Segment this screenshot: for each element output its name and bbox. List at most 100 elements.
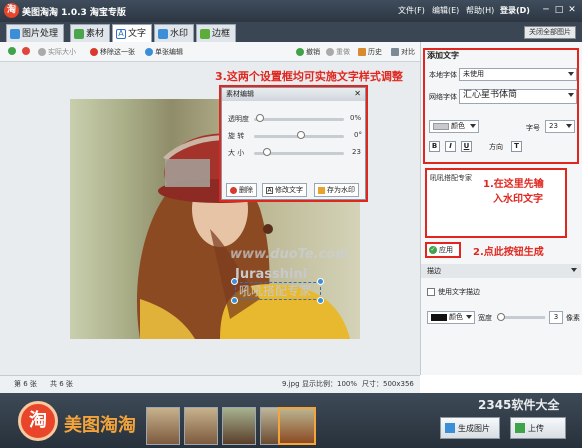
brand-name: 美图淘淘: [64, 415, 136, 436]
save-watermark-label: 存为水印: [327, 186, 355, 194]
size-slider-knob[interactable]: [262, 148, 271, 156]
upload-label: 上传: [528, 423, 544, 433]
size-value: 23: [352, 148, 361, 156]
opacity-slider-knob[interactable]: [255, 114, 264, 122]
opacity-value: 0%: [350, 114, 362, 122]
border-icon: [200, 28, 210, 39]
edit-icon: [145, 48, 153, 56]
undo-label: 撤销: [306, 48, 320, 56]
menu-login[interactable]: 登录(D): [500, 5, 530, 16]
thumbnail-selected[interactable]: [278, 407, 316, 445]
step1-annotation-line2: 入水印文字: [493, 194, 543, 205]
width-input[interactable]: 3: [549, 311, 563, 324]
tab-label: 边框: [212, 28, 231, 39]
tab-material[interactable]: 素材: [70, 24, 111, 42]
width-slider-knob[interactable]: [497, 313, 505, 321]
upload-button[interactable]: 上传: [510, 417, 566, 439]
direction-label: 方向: [489, 143, 503, 151]
remove-one-button[interactable]: 移除这一张: [90, 47, 135, 57]
undo-icon: [296, 48, 304, 56]
add-text-heading: 添加文字: [427, 51, 459, 60]
tab-label: 文字: [128, 28, 147, 39]
pixel-unit-label: 像素: [566, 314, 580, 322]
brand-logo-icon: 淘: [18, 401, 58, 441]
rotate-slider-knob[interactable]: [297, 131, 305, 139]
zoom-in-icon[interactable]: [8, 47, 16, 55]
main-tab-bar: 图片处理 素材 A 文字 水印 边框 关闭全部图片: [0, 22, 582, 42]
menu-edit[interactable]: 编辑(E): [432, 5, 459, 16]
site-watermark-logo: 2345软件大全: [478, 398, 560, 412]
history-label: 历史: [368, 48, 382, 56]
generate-icon: [445, 423, 455, 433]
step1-annotation-line1: 1.在这里先输: [483, 179, 544, 190]
generate-image-button[interactable]: 生成图片: [440, 417, 500, 439]
close-all-images-button[interactable]: 关闭全部图片: [524, 26, 576, 39]
chevron-down-icon: [568, 72, 574, 76]
tab-label: 水印: [170, 28, 189, 39]
use-stroke-label: 使用文字描边: [438, 288, 480, 296]
file-name: 9.jpg: [282, 380, 300, 388]
text-color-label: 颜色: [451, 122, 465, 130]
remove-one-label: 移除这一张: [100, 48, 135, 56]
stroke-color-select[interactable]: 颜色: [427, 311, 475, 324]
menu-help[interactable]: 帮助(H): [466, 5, 494, 16]
single-edit-button[interactable]: 单张编辑: [145, 47, 183, 57]
save-watermark-button[interactable]: 存为水印: [314, 183, 359, 197]
check-icon: ✓: [429, 246, 437, 254]
tab-image-processing[interactable]: 图片处理: [6, 24, 65, 42]
apply-label: 应用: [439, 246, 453, 254]
font-size-select[interactable]: 23: [545, 120, 575, 133]
font-size-value: 23: [549, 122, 558, 130]
app-title: 美图淘淘 1.0.3 淘宝专版: [22, 8, 126, 18]
underline-button[interactable]: U: [461, 141, 472, 152]
tab-watermark[interactable]: 水印: [154, 24, 195, 42]
text-color-select[interactable]: 颜色: [429, 120, 479, 133]
tab-text[interactable]: A 文字: [112, 24, 153, 42]
watermark-text-box[interactable]: 吼吼搭配专家: [235, 282, 321, 300]
stroke-heading: 描边: [427, 267, 441, 275]
status-bar: 第 6 张 共 6 张 9.jpg 显示比例：100% 尺寸：500x356: [0, 375, 420, 393]
chevron-down-icon: [470, 124, 476, 128]
total-pages: 共 6 张: [50, 380, 73, 388]
actual-size-button[interactable]: 实际大小: [38, 47, 76, 57]
watermark-line-1: Jurasshini: [235, 267, 308, 282]
app-logo: 淘: [4, 3, 19, 18]
resize-handle[interactable]: [231, 297, 238, 304]
bold-button[interactable]: B: [429, 141, 440, 152]
use-stroke-checkbox[interactable]: [427, 288, 435, 296]
resize-handle[interactable]: [317, 278, 324, 285]
dialog-close-icon[interactable]: ✕: [354, 89, 361, 98]
thumbnail[interactable]: [184, 407, 218, 445]
display-ratio: 显示比例：100%: [302, 380, 358, 388]
local-font-label: 本地字体: [429, 71, 457, 79]
compare-button[interactable]: 对比: [391, 47, 415, 57]
modify-text-button[interactable]: A 修改文字: [262, 183, 307, 197]
current-page: 第 6 张: [14, 380, 37, 388]
resize-handle[interactable]: [231, 278, 238, 285]
zoom-out-icon[interactable]: [22, 47, 30, 55]
thumbnail[interactable]: [222, 407, 256, 445]
maximize-icon[interactable]: □: [553, 4, 565, 16]
thumbnail[interactable]: [146, 407, 180, 445]
material-edit-dialog: 素材编辑 ✕ 透明度 0% 旋 转 0° 大 小 23 删除 A 修改文字 存为水…: [221, 87, 366, 200]
collapse-icon[interactable]: [571, 268, 577, 272]
undo-button[interactable]: 撤销: [296, 47, 320, 57]
chevron-down-icon: [466, 315, 472, 319]
direction-button[interactable]: T: [511, 141, 522, 152]
menu-file[interactable]: 文件(F): [398, 5, 425, 16]
local-font-select[interactable]: 未使用: [459, 68, 577, 81]
history-button[interactable]: 历史: [358, 47, 382, 57]
close-window-icon[interactable]: ✕: [566, 4, 578, 16]
apply-button[interactable]: ✓ 应用: [425, 242, 461, 258]
minimize-icon[interactable]: ─: [540, 4, 552, 16]
redo-button[interactable]: 重做: [326, 47, 350, 57]
italic-button[interactable]: I: [445, 141, 456, 152]
resize-handle[interactable]: [317, 297, 324, 304]
web-font-select[interactable]: 汇心星书体简: [459, 89, 577, 104]
text-icon: A: [116, 28, 126, 39]
toolbar: 实际大小 移除这一张 单张编辑 撤销 重做 历史 对比: [0, 42, 420, 62]
opacity-slider-track[interactable]: [254, 118, 344, 121]
history-icon: [358, 48, 366, 56]
tab-border[interactable]: 边框: [196, 24, 237, 42]
delete-button[interactable]: 删除: [226, 183, 257, 197]
